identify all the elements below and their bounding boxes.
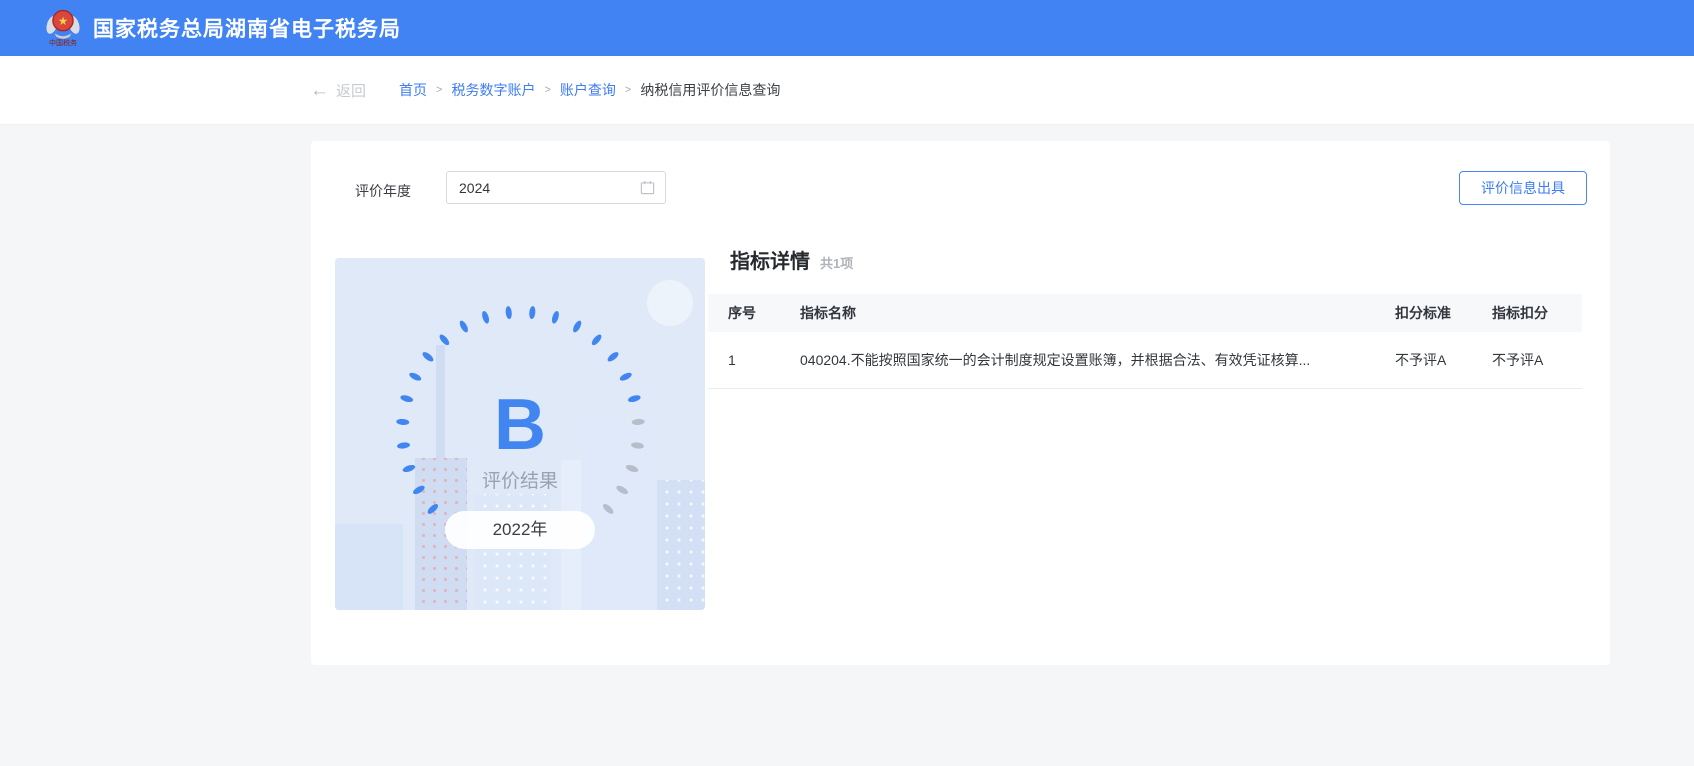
- gauge-dash: [420, 350, 434, 363]
- gauge-dash: [618, 371, 632, 382]
- cell-standard: 不予评A: [1375, 350, 1472, 370]
- logo-caption: 中国税务: [49, 40, 77, 48]
- rating-grade: B: [335, 389, 705, 461]
- calendar-icon[interactable]: [640, 180, 655, 195]
- rating-card: B 评价结果 2022年: [335, 258, 705, 610]
- table-row: 1 040204.不能按照国家统一的会计制度规定设置账簿，并根据合法、有效凭证核…: [708, 332, 1582, 389]
- back-arrow-icon: ←: [310, 81, 329, 100]
- evaluation-year-input[interactable]: [459, 180, 640, 196]
- national-emblem-icon: ★: [46, 8, 80, 40]
- gauge-dash: [528, 306, 535, 320]
- gauge-dash: [606, 350, 620, 363]
- indicator-table-header: 序号 指标名称 扣分标准 指标扣分: [708, 294, 1582, 332]
- app-title: 国家税务总局湖南省电子税务局: [93, 13, 401, 43]
- gauge-dash: [550, 310, 560, 324]
- skyline-decor: [335, 524, 403, 610]
- indicator-section-title: 指标详情: [730, 245, 810, 274]
- breadcrumb-bar: ← 返回 首页 > 税务数字账户 > 账户查询 > 纳税信用评价信息查询: [0, 56, 1694, 125]
- skyline-decor: [657, 480, 705, 610]
- indicator-section: 指标详情 共1项 序号 指标名称 扣分标准 指标扣分 1 040204.不能按照…: [708, 245, 1582, 389]
- breadcrumb-separator: >: [544, 84, 550, 96]
- gauge-dash: [505, 306, 512, 320]
- indicator-section-header: 指标详情 共1项: [708, 245, 1582, 273]
- breadcrumb: 首页 > 税务数字账户 > 账户查询 > 纳税信用评价信息查询: [399, 80, 780, 100]
- breadcrumb-separator: >: [625, 84, 631, 96]
- card-decor-circle: [647, 280, 693, 326]
- indicator-table: 序号 指标名称 扣分标准 指标扣分 1 040204.不能按照国家统一的会计制度…: [708, 294, 1582, 389]
- gauge-dash: [458, 319, 470, 333]
- breadcrumb-current-page: 纳税信用评价信息查询: [640, 80, 780, 100]
- breadcrumb-separator: >: [436, 84, 442, 96]
- evaluation-year-field[interactable]: [446, 171, 666, 204]
- tax-bureau-logo: ★ 中国税务: [46, 8, 80, 48]
- column-header-standard: 扣分标准: [1375, 303, 1472, 323]
- back-button[interactable]: ← 返回: [310, 80, 366, 101]
- gauge-dash: [590, 333, 603, 347]
- cell-seq: 1: [708, 352, 780, 368]
- svg-text:★: ★: [58, 15, 69, 28]
- column-header-seq: 序号: [708, 303, 780, 323]
- cell-name: 040204.不能按照国家统一的会计制度规定设置账簿，并根据合法、有效凭证核算.…: [780, 350, 1375, 370]
- rating-year-badge: 2022年: [445, 511, 595, 549]
- content-panel: 评价年度 评价信息出具 B 评价结果 2022年 指标详情 共1项: [311, 141, 1610, 665]
- rating-result-label: 评价结果: [335, 466, 705, 493]
- cell-deduction: 不予评A: [1472, 350, 1582, 370]
- gauge-dash: [480, 310, 490, 324]
- app-header: ★ 中国税务 国家税务总局湖南省电子税务局: [0, 0, 1694, 56]
- breadcrumb-link-account-query[interactable]: 账户查询: [560, 80, 616, 100]
- back-button-label: 返回: [336, 80, 366, 101]
- breadcrumb-link-digital-account[interactable]: 税务数字账户: [451, 80, 535, 100]
- gauge-dash: [571, 319, 583, 333]
- gauge-dash: [408, 371, 422, 382]
- breadcrumb-link-home[interactable]: 首页: [399, 80, 427, 100]
- evaluation-year-label: 评价年度: [355, 181, 411, 201]
- column-header-name: 指标名称: [780, 303, 1375, 323]
- issue-evaluation-info-button[interactable]: 评价信息出具: [1459, 171, 1587, 205]
- indicator-count-badge: 共1项: [820, 253, 853, 272]
- column-header-deduction: 指标扣分: [1472, 303, 1582, 323]
